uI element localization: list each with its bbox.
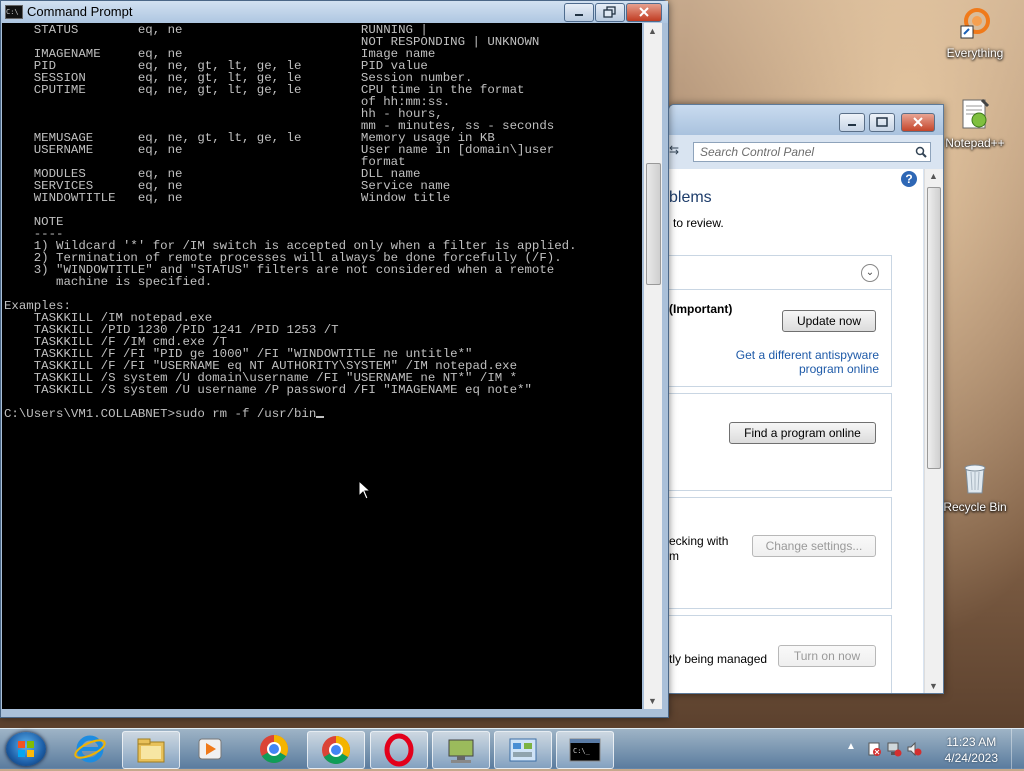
desktop-icon-label: Recycle Bin bbox=[943, 500, 1007, 514]
close-button[interactable] bbox=[626, 3, 662, 22]
search-icon[interactable] bbox=[915, 146, 927, 161]
notepadpp-icon bbox=[957, 96, 993, 132]
turn-on-button[interactable]: Turn on now bbox=[778, 645, 876, 667]
window-title: Command Prompt bbox=[27, 4, 133, 19]
taskbar: C:\_ ▲ 11:23 AM 4/24/2023 bbox=[0, 728, 1024, 769]
spyware-section: (Important) Update now Get a different a… bbox=[669, 289, 892, 387]
console-command-input[interactable]: sudo rm -f /usr/bin bbox=[175, 407, 316, 421]
taskbar-opera[interactable] bbox=[370, 731, 428, 769]
desktop-icon-label: Everything bbox=[946, 46, 1004, 60]
update-now-button[interactable]: Update now bbox=[782, 310, 876, 332]
taskbar-network[interactable] bbox=[432, 731, 490, 769]
command-prompt-titlebar[interactable]: C:\ Command Prompt bbox=[1, 1, 668, 23]
search-input[interactable]: Search Control Panel bbox=[693, 142, 931, 162]
file-explorer-icon bbox=[137, 738, 165, 763]
everything-icon bbox=[957, 6, 993, 42]
opera-icon bbox=[384, 733, 414, 767]
managed-section: tly being managed Turn on now bbox=[669, 615, 892, 693]
important-label: (Important) bbox=[669, 302, 733, 316]
find-program-button[interactable]: Find a program online bbox=[729, 422, 876, 444]
scroll-up-icon[interactable]: ▲ bbox=[648, 26, 657, 36]
mouse-cursor-icon bbox=[358, 479, 372, 503]
scroll-thumb[interactable] bbox=[927, 187, 941, 469]
virus-section: Find a program online bbox=[669, 393, 892, 491]
scroll-down-icon[interactable]: ▼ bbox=[648, 696, 657, 706]
scroll-up-icon[interactable]: ▲ bbox=[929, 171, 938, 181]
checking-text-2: m bbox=[669, 549, 679, 563]
section-header: ⌄ bbox=[669, 255, 892, 290]
clock[interactable]: 11:23 AM 4/24/2023 bbox=[945, 734, 998, 766]
desktop-icon-notepadpp[interactable]: Notepad++ bbox=[935, 96, 1015, 150]
console-scrollbar[interactable]: ▲ ▼ bbox=[644, 23, 662, 709]
checking-text: ecking with bbox=[669, 534, 729, 548]
minimize-button[interactable] bbox=[564, 3, 594, 22]
desktop-icon-recycle-bin[interactable]: Recycle Bin bbox=[935, 460, 1015, 514]
clock-time: 11:23 AM bbox=[946, 735, 997, 749]
taskbar-chrome[interactable] bbox=[246, 731, 302, 767]
chrome-icon bbox=[322, 736, 350, 764]
media-player-icon bbox=[198, 738, 222, 760]
taskbar-media-player[interactable] bbox=[182, 731, 238, 767]
volume-muted-icon[interactable] bbox=[906, 741, 922, 760]
console-text: STATUS eq, ne RUNNING | NOT RESPONDING |… bbox=[4, 23, 577, 421]
command-prompt-window[interactable]: C:\ Command Prompt STATUS eq, ne RUNNING… bbox=[0, 0, 669, 718]
change-settings-button[interactable]: Change settings... bbox=[752, 535, 876, 557]
help-icon[interactable]: ? bbox=[901, 171, 917, 187]
taskbar-command-prompt[interactable]: C:\_ bbox=[556, 731, 614, 769]
command-prompt-icon: C:\_ bbox=[569, 738, 601, 762]
address-bar: ⇆ Search Control Panel bbox=[669, 139, 943, 169]
close-button[interactable] bbox=[901, 113, 935, 132]
console-output[interactable]: STATUS eq, ne RUNNING | NOT RESPONDING |… bbox=[2, 23, 642, 709]
taskbar-file-explorer[interactable] bbox=[122, 731, 180, 769]
start-button[interactable] bbox=[6, 732, 46, 766]
recycle-bin-icon bbox=[957, 460, 993, 496]
system-tray: ▲ 11:23 AM 4/24/2023 bbox=[834, 729, 1024, 769]
network-icon bbox=[448, 739, 474, 763]
chevron-down-icon[interactable]: ⌄ bbox=[861, 264, 879, 282]
taskbar-chrome-2[interactable] bbox=[307, 731, 365, 769]
network-tray-icon[interactable] bbox=[886, 741, 902, 760]
refresh-icon[interactable]: ⇆ bbox=[669, 143, 685, 163]
taskbar-control-panel[interactable] bbox=[494, 731, 552, 769]
desktop-icon-label: Notepad++ bbox=[945, 136, 1005, 150]
console-prompt: C:\Users\VM1.COLLABNET> bbox=[4, 407, 176, 421]
text-cursor bbox=[316, 416, 325, 418]
page-heading: blems bbox=[669, 189, 712, 206]
control-panel-scrollbar[interactable]: ▲ ▼ bbox=[924, 169, 943, 693]
page-subheading: to review. bbox=[673, 216, 724, 230]
desktop-icon-everything[interactable]: Everything bbox=[935, 6, 1015, 60]
scroll-down-icon[interactable]: ▼ bbox=[929, 681, 938, 691]
managed-text: tly being managed bbox=[669, 652, 768, 666]
chrome-icon bbox=[260, 735, 288, 763]
command-prompt-icon: C:\ bbox=[5, 5, 23, 19]
control-panel-window[interactable]: ⇆ Search Control Panel blems to review. … bbox=[668, 104, 944, 694]
show-desktop-button[interactable] bbox=[1011, 729, 1024, 769]
settings-section: ecking with m Change settings... bbox=[669, 497, 892, 609]
maximize-button[interactable] bbox=[869, 113, 895, 132]
control-panel-icon bbox=[509, 738, 537, 762]
clock-date: 4/24/2023 bbox=[944, 751, 998, 765]
internet-explorer-icon bbox=[74, 735, 106, 763]
restore-button[interactable] bbox=[595, 3, 625, 22]
control-panel-content: blems to review. ? ⌄ (Important) Update … bbox=[669, 169, 923, 693]
taskbar-internet-explorer[interactable] bbox=[62, 731, 118, 767]
minimize-button[interactable] bbox=[839, 113, 865, 132]
antispyware-link[interactable]: Get a different antispyware program onli… bbox=[729, 348, 879, 376]
svg-text:C:\_: C:\_ bbox=[573, 747, 591, 755]
show-hidden-icons-icon[interactable]: ▲ bbox=[846, 741, 856, 752]
scroll-thumb[interactable] bbox=[646, 163, 661, 285]
action-center-icon[interactable] bbox=[866, 741, 882, 760]
